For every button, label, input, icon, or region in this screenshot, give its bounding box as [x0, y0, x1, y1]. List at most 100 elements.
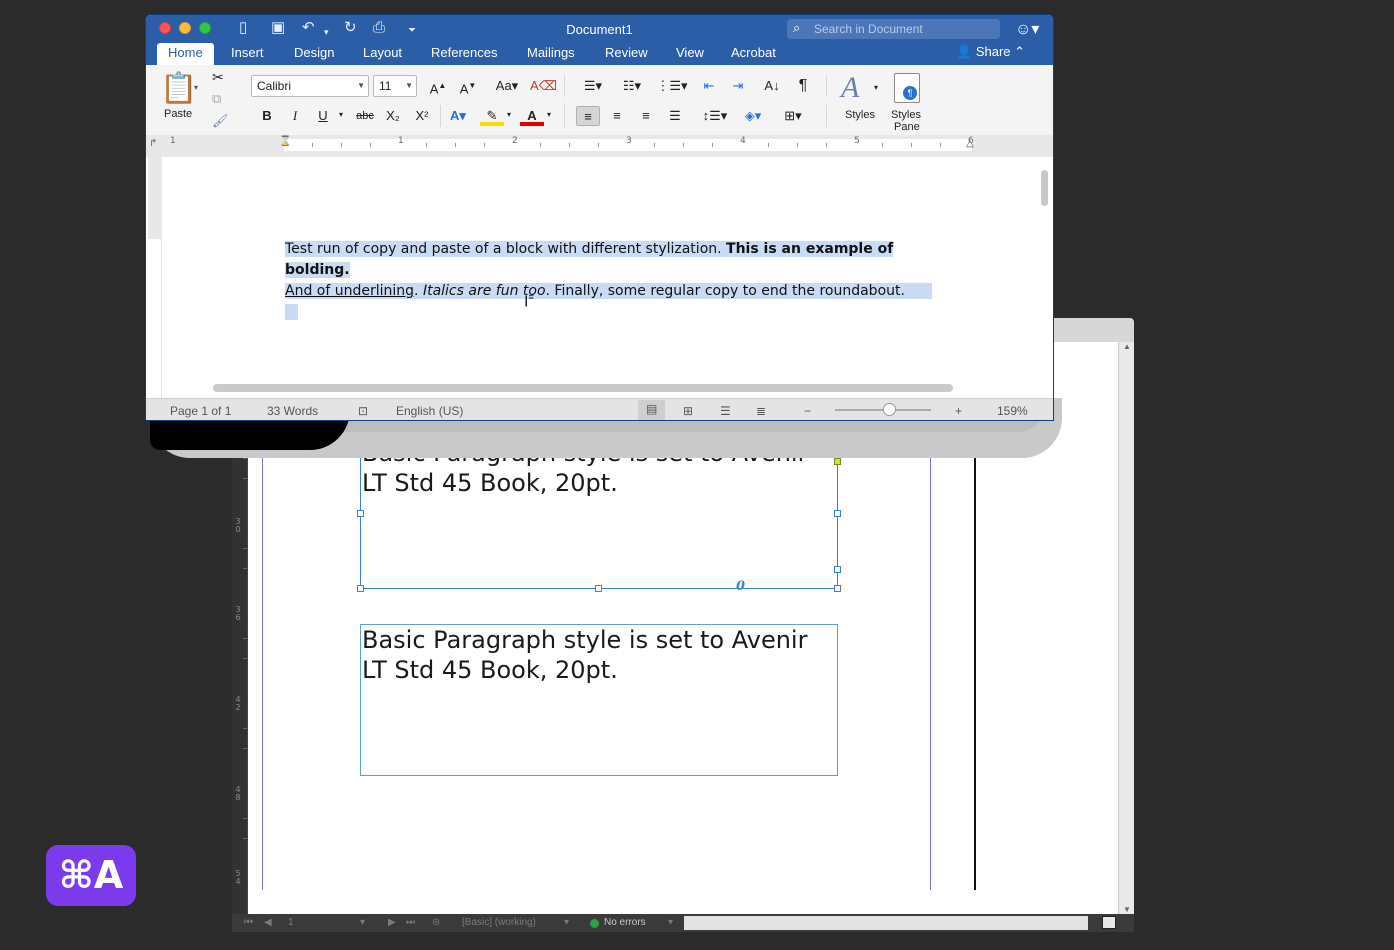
paste-label[interactable]: Paste	[164, 108, 192, 120]
chevron-down-icon[interactable]: ▾	[547, 110, 551, 119]
preflight-profile-label[interactable]: [Basic] (working)	[462, 917, 536, 928]
draft-view-icon[interactable]: ≣	[756, 404, 766, 418]
borders-icon[interactable]: ⊞▾	[776, 106, 810, 126]
document-paragraph[interactable]: Test run of copy and paste of a block wi…	[285, 239, 945, 323]
indesign-vertical-scrollbar[interactable]: ▲ ▼	[1118, 342, 1134, 914]
corner-option-handle[interactable]	[834, 458, 841, 465]
align-right-button[interactable]: ≡	[634, 106, 658, 126]
font-name-select[interactable]: Calibri ▼	[251, 75, 369, 97]
clear-formatting-icon[interactable]: A⌫	[530, 76, 557, 96]
errors-label[interactable]: No errors	[604, 917, 646, 928]
tab-view[interactable]: View	[676, 45, 704, 60]
bullets-icon[interactable]: ☰▾	[575, 76, 611, 96]
page-number-field[interactable]: 1	[288, 917, 294, 928]
increase-indent-icon[interactable]: ⇥	[726, 76, 750, 96]
scroll-down-arrow-icon[interactable]: ▼	[1123, 905, 1131, 914]
preflight-profile-icon[interactable]: ⊜	[432, 917, 440, 928]
tab-insert[interactable]: Insert	[231, 45, 264, 60]
vertical-scrollbar[interactable]	[1041, 170, 1048, 206]
next-page-icon[interactable]: ▶	[388, 917, 396, 928]
tab-references[interactable]: References	[431, 45, 497, 60]
justify-button[interactable]: ☰	[663, 106, 687, 126]
styles-pane-label[interactable]: Styles	[891, 109, 921, 121]
zoom-in-icon[interactable]: +	[955, 404, 962, 418]
tab-mailings[interactable]: Mailings	[527, 45, 575, 60]
text-frame-selected[interactable]: Basic Paragraph style is set to Avenir L…	[360, 437, 838, 589]
proofing-icon[interactable]: ⊡	[358, 404, 368, 418]
tab-stop-selector-icon[interactable]: ↱	[149, 138, 157, 149]
prev-page-icon[interactable]: ◀	[264, 917, 272, 928]
font-size-select[interactable]: 11 ▼	[373, 75, 417, 97]
last-page-icon[interactable]: ⏭	[406, 917, 415, 928]
zoom-level[interactable]: 159%	[997, 404, 1028, 418]
frame-handle[interactable]	[834, 566, 841, 573]
cut-icon[interactable]: ✂	[212, 69, 224, 86]
tab-review[interactable]: Review	[605, 45, 648, 60]
tab-home[interactable]: Home	[157, 43, 214, 65]
frame-handle[interactable]	[357, 585, 364, 592]
zoom-slider-knob[interactable]	[883, 403, 896, 416]
paste-icon[interactable]: 📋	[160, 71, 197, 106]
share-button[interactable]: 👤 Share ⌃	[956, 44, 1025, 60]
first-line-indent-icon[interactable]: ⌛	[279, 136, 291, 147]
decrease-indent-icon[interactable]: ⇤	[697, 76, 721, 96]
copy-icon[interactable]: ⧉	[212, 91, 221, 107]
chevron-down-icon[interactable]: ▾	[564, 917, 569, 928]
strikethrough-button[interactable]: abc	[351, 106, 379, 126]
styles-icon[interactable]: A	[841, 71, 859, 105]
align-center-button[interactable]: ≡	[605, 106, 629, 126]
collapse-ribbon-icon[interactable]: ⌃	[1014, 44, 1025, 59]
tab-acrobat[interactable]: Acrobat	[731, 45, 776, 60]
styles-label[interactable]: Styles	[845, 109, 875, 121]
show-formatting-marks-button[interactable]: ¶	[791, 76, 815, 96]
out-port-icon[interactable]: 0	[736, 579, 745, 594]
frame-handle[interactable]	[357, 510, 364, 517]
tab-design[interactable]: Design	[294, 45, 334, 60]
indesign-horizontal-scrollbar[interactable]	[684, 916, 1088, 930]
text-effects-icon[interactable]: A▾	[446, 106, 470, 126]
highlight-color-icon[interactable]: ✎	[480, 106, 504, 126]
multilevel-list-icon[interactable]: ⋮☰▾	[654, 76, 690, 96]
feedback-smiley-icon[interactable]: ☺▾	[1015, 19, 1039, 39]
split-layout-icon[interactable]	[1102, 916, 1116, 929]
numbering-icon[interactable]: ☷▾	[614, 76, 650, 96]
align-left-button[interactable]: ≡	[576, 106, 600, 126]
chevron-down-icon[interactable]: ▾	[194, 83, 198, 92]
change-case-icon[interactable]: Aa▾	[490, 76, 524, 96]
font-color-icon[interactable]: A	[520, 106, 544, 126]
shrink-font-icon[interactable]: A▼	[456, 76, 480, 96]
language[interactable]: English (US)	[396, 404, 463, 418]
underline-button[interactable]: U	[311, 106, 335, 126]
styles-pane-icon[interactable]: ¶	[894, 73, 920, 103]
zoom-out-icon[interactable]: −	[804, 404, 811, 418]
subscript-button[interactable]: X₂	[381, 106, 405, 126]
text-frame[interactable]: Basic Paragraph style is set to Avenir L…	[360, 624, 838, 776]
chevron-down-icon[interactable]: ▾	[668, 917, 673, 928]
chevron-down-icon[interactable]: ▾	[360, 917, 365, 928]
page-count[interactable]: Page 1 of 1	[170, 404, 231, 418]
chevron-down-icon[interactable]: ▾	[339, 110, 343, 119]
search-input[interactable]: ⌕ Search in Document	[787, 19, 1000, 39]
word-count[interactable]: 33 Words	[267, 404, 318, 418]
chevron-down-icon[interactable]: ▾	[874, 83, 878, 92]
chevron-down-icon[interactable]: ▾	[507, 110, 511, 119]
frame-handle[interactable]	[595, 585, 602, 592]
sort-icon[interactable]: A↓	[760, 76, 784, 96]
grow-font-icon[interactable]: A▲	[426, 76, 450, 96]
horizontal-scrollbar[interactable]	[213, 384, 953, 392]
scroll-up-arrow-icon[interactable]: ▲	[1123, 342, 1131, 351]
frame-handle[interactable]	[834, 585, 841, 592]
first-page-icon[interactable]: ⏮	[244, 917, 253, 928]
line-spacing-icon[interactable]: ↕☰▾	[698, 106, 732, 126]
web-layout-view-icon[interactable]: ⊞	[683, 404, 693, 418]
frame-handle[interactable]	[834, 510, 841, 517]
print-layout-view-icon[interactable]: ▤	[638, 400, 666, 420]
shading-icon[interactable]: ◈▾	[738, 106, 768, 126]
superscript-button[interactable]: X²	[410, 106, 434, 126]
format-painter-icon[interactable]: 🖌	[212, 113, 229, 129]
outline-view-icon[interactable]: ☰	[720, 404, 731, 418]
styles-pane-label-line2[interactable]: Pane	[894, 121, 920, 133]
tab-layout[interactable]: Layout	[363, 45, 402, 60]
italic-button[interactable]: I	[283, 106, 307, 126]
bold-button[interactable]: B	[255, 106, 279, 126]
